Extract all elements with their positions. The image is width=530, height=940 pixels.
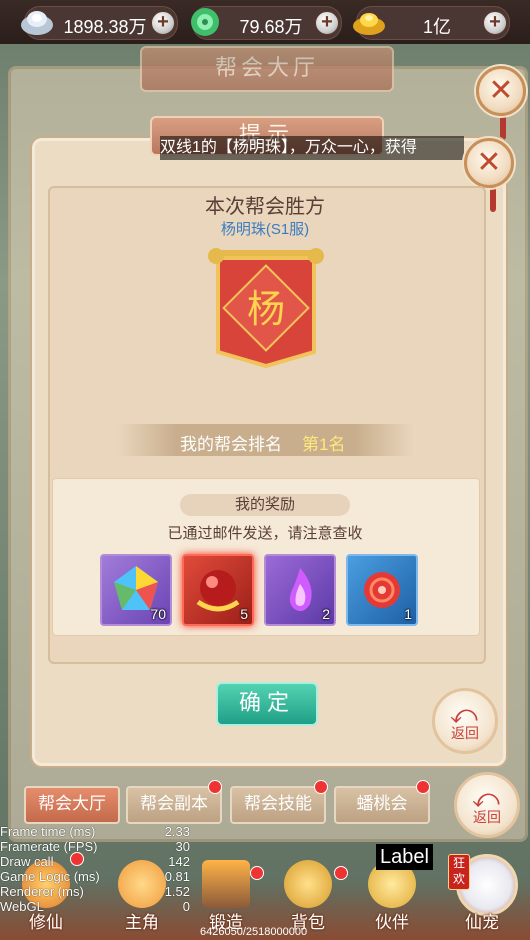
notification-dot (250, 866, 264, 880)
announcement-marquee: 双线1的【杨明珠】，万众一心，获得 (160, 136, 464, 160)
nav-label: 仙宠 (465, 913, 499, 932)
debug-label-tag: Label (376, 844, 433, 870)
add-jade-button[interactable]: + (315, 11, 339, 35)
nav-partner[interactable]: 伙伴 (356, 858, 428, 938)
notification-dot (416, 780, 430, 794)
guild-hall-title: 帮会大厅 (140, 46, 394, 92)
rank-label: 我的帮会排名 (180, 435, 282, 454)
debug-value: 142 (168, 854, 190, 869)
tab-guild-hall[interactable]: 帮会大厅 (24, 786, 120, 824)
jade-currency: 79.68万 + (191, 6, 342, 40)
return-label: 返回 (473, 809, 501, 825)
close-icon: ✕ (476, 146, 502, 179)
winner-name: 杨明珠(S1服) (220, 221, 310, 238)
gold-amount: 1亿 (422, 17, 451, 37)
gold-ingot-icon (353, 13, 385, 35)
debug-value: 0 (182, 899, 190, 914)
pet-event-badge: 狂欢 (448, 854, 470, 890)
gold-currency: 1亿 + (353, 6, 510, 40)
reward-note: 已通过邮件发送，请注意查收 (167, 525, 363, 542)
reward-item[interactable]: 1 (346, 554, 418, 626)
reward-item[interactable]: 2 (264, 554, 336, 626)
notification-dot (334, 866, 348, 880)
debug-value: 30 (175, 839, 190, 854)
jade-amount: 79.68万 (239, 17, 303, 37)
add-silver-button[interactable]: + (151, 11, 175, 35)
confirm-button[interactable]: 确定 (216, 682, 318, 726)
tab-guild-dungeon[interactable]: 帮会副本 (126, 786, 222, 824)
debug-key: Frame time (ms) (0, 824, 96, 839)
reward-count: 1 (404, 606, 412, 622)
silver-currency: 1898.38万 + (21, 6, 178, 40)
add-gold-button[interactable]: + (483, 11, 507, 35)
guild-banner-emblem: 杨 (208, 248, 324, 368)
banner-character: 杨 (247, 287, 285, 331)
debug-value: 0.81 (164, 869, 190, 884)
hall-close-button[interactable]: ✕ (476, 66, 526, 116)
nav-label: 伙伴 (375, 913, 409, 932)
close-icon: ✕ (488, 74, 514, 107)
silver-ingot-icon (21, 11, 53, 35)
debug-key: Framerate (FPS) (0, 839, 98, 854)
debug-value: 1.52 (164, 884, 190, 899)
debug-key: Draw call (0, 854, 54, 869)
hammer-icon (202, 860, 250, 908)
notification-dot (314, 780, 328, 794)
reward-item[interactable]: 5 (182, 554, 254, 626)
debug-key: Renderer (ms) (0, 884, 84, 899)
hall-return-button[interactable]: ⤺ 返回 (454, 772, 520, 838)
reward-count: 5 (240, 606, 248, 622)
debug-value: 2.33 (164, 824, 190, 839)
dialog-return-button[interactable]: ⤺ 返回 (432, 688, 498, 754)
silver-amount: 1898.38万 (63, 17, 147, 37)
debug-key: Game Logic (ms) (0, 869, 100, 884)
rank-value: 第1名 (302, 435, 346, 454)
reward-item[interactable]: 70 (100, 554, 172, 626)
reward-count: 2 (322, 606, 330, 622)
debug-stats: Frame time (ms) 2.33 Framerate (FPS) 30 Dr… (0, 824, 190, 914)
reward-title: 我的奖励 (180, 494, 350, 516)
notification-dot (208, 780, 222, 794)
jade-icon (191, 8, 219, 36)
winner-heading: 本次帮会胜方 (205, 196, 325, 218)
return-label: 返回 (451, 725, 479, 741)
memory-readout: 6426050/2518000000 (200, 926, 308, 938)
tab-peach-banquet[interactable]: 蟠桃会 (334, 786, 430, 824)
dialog-close-button[interactable]: ✕ (464, 138, 514, 188)
reward-count: 70 (150, 606, 166, 622)
currency-bar: 1898.38万 + 79.68万 + 1亿 + (0, 0, 530, 44)
debug-key: WebGL (0, 899, 44, 914)
tab-guild-skills[interactable]: 帮会技能 (230, 786, 326, 824)
bag-icon (284, 860, 332, 908)
